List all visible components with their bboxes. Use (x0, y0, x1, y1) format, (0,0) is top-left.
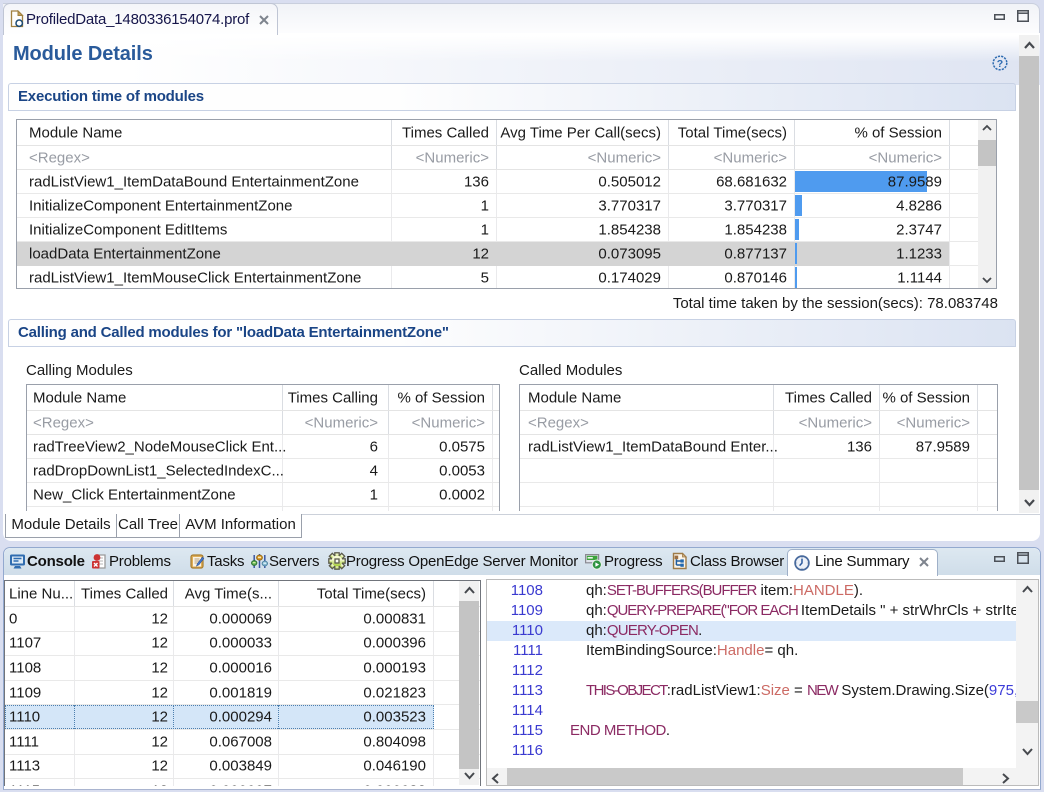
svg-text:?: ? (997, 58, 1003, 70)
